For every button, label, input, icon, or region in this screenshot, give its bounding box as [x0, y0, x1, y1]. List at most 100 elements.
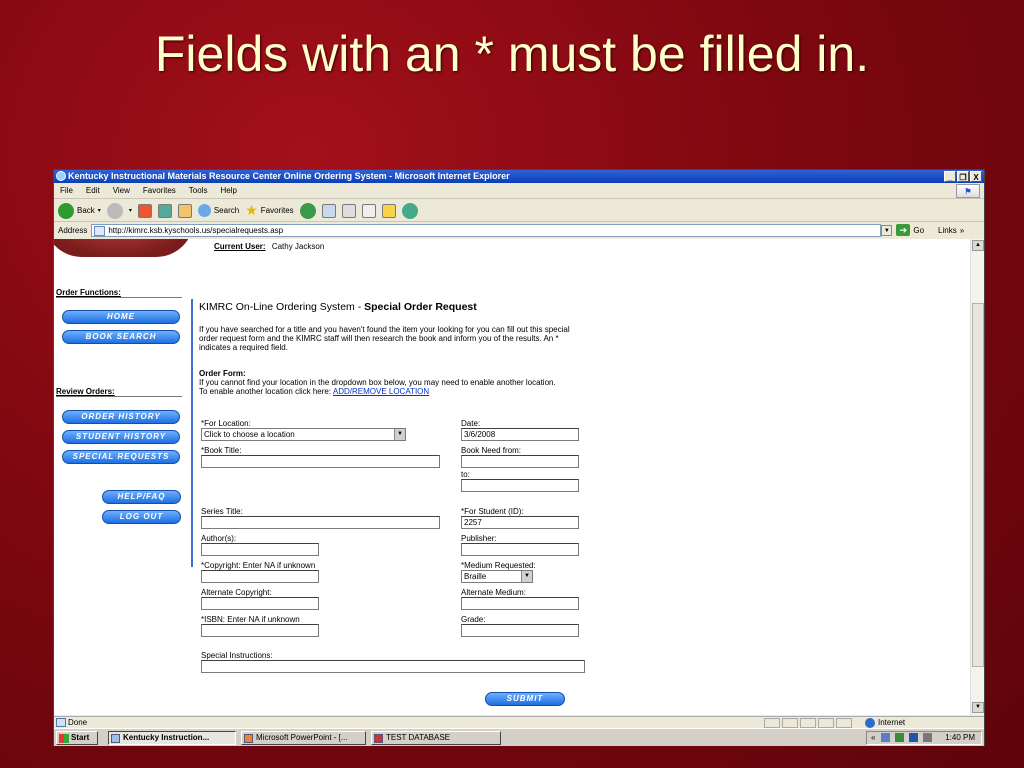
current-user-label: Current User:: [214, 242, 266, 251]
isbn-input[interactable]: [201, 624, 319, 637]
order-form-section: Order Form: If you cannot find your loca…: [199, 369, 579, 396]
history-icon[interactable]: [299, 202, 316, 219]
page-content: Current User: Cathy Jackson Order Functi…: [54, 239, 970, 715]
order-form-text2: To enable another location click here:: [199, 387, 333, 396]
copyright-input[interactable]: [201, 570, 319, 583]
address-dropdown-icon[interactable]: ▼: [881, 224, 893, 236]
order-history-button[interactable]: ORDER HISTORY: [62, 410, 180, 424]
series-title-label: Series Title:: [201, 507, 243, 516]
address-input[interactable]: http://kimrc.ksb.kyschools.us/specialreq…: [91, 223, 882, 237]
status-cell: [800, 718, 816, 728]
home-button[interactable]: HOME: [62, 310, 180, 324]
medium-select-value: Braille: [464, 572, 487, 581]
edit-icon[interactable]: [361, 203, 376, 218]
date-input[interactable]: 3/6/2008: [461, 428, 579, 441]
search-icon: [197, 204, 211, 217]
intro-text: If you have searched for a title and you…: [199, 325, 570, 352]
current-user: Current User: Cathy Jackson: [214, 242, 324, 251]
publisher-input[interactable]: [461, 543, 579, 556]
medium-select[interactable]: Braille ▼: [461, 570, 533, 583]
favorites-button[interactable]: ★ Favorites: [245, 202, 293, 219]
menu-file[interactable]: File: [60, 183, 73, 198]
taskbar-item-powerpoint[interactable]: Microsoft PowerPoint - [...: [241, 731, 366, 745]
menu-favorites[interactable]: Favorites: [143, 183, 176, 198]
zone-label: Internet: [878, 718, 906, 727]
submit-button[interactable]: SUBMIT: [485, 692, 565, 706]
chevron-icon[interactable]: »: [960, 226, 964, 235]
help-faq-button[interactable]: HELP/FAQ: [102, 490, 181, 504]
taskbar-item-ie[interactable]: Kentucky Instruction...: [108, 731, 236, 745]
slide-title: Fields with an * must be filled in.: [154, 26, 870, 82]
forward-button[interactable]: [106, 202, 123, 219]
task-label: TEST DATABASE: [386, 733, 451, 742]
authors-input[interactable]: [201, 543, 319, 556]
menu-tools[interactable]: Tools: [189, 183, 208, 198]
special-instructions-input[interactable]: [201, 660, 585, 673]
location-select-value: Click to choose a location: [204, 430, 295, 439]
refresh-icon[interactable]: [157, 203, 172, 218]
alt-copyright-input[interactable]: [201, 597, 319, 610]
status-text: Done: [68, 718, 88, 727]
scroll-thumb[interactable]: [972, 303, 984, 667]
order-functions-heading: Order Functions:: [56, 288, 121, 297]
series-title-input[interactable]: [201, 516, 440, 529]
links-button[interactable]: Links: [938, 226, 957, 235]
shield-icon[interactable]: [909, 733, 919, 743]
date-label: Date:: [461, 419, 481, 428]
home-icon[interactable]: [177, 203, 192, 218]
print-icon[interactable]: [341, 203, 356, 218]
student-history-button[interactable]: STUDENT HISTORY: [62, 430, 180, 444]
add-remove-location-link[interactable]: ADD/REMOVE LOCATION: [333, 387, 429, 396]
need-to-input[interactable]: [461, 479, 579, 492]
need-from-input[interactable]: [461, 455, 579, 468]
alt-medium-input[interactable]: [461, 597, 579, 610]
close-button[interactable]: X: [970, 171, 982, 182]
window-title: Kentucky Instructional Materials Resourc…: [68, 171, 510, 181]
address-url: http://kimrc.ksb.kyschools.us/specialreq…: [108, 225, 284, 235]
status-bar: Done Internet: [54, 716, 984, 728]
status-cell: [764, 718, 780, 728]
medium-label: *Medium Requested:: [461, 561, 536, 570]
location-select[interactable]: Click to choose a location ▼: [201, 428, 406, 441]
scroll-up-icon[interactable]: ▲: [972, 240, 984, 251]
clock: 1:40 PM: [945, 733, 975, 742]
special-instructions-label: Special Instructions:: [201, 651, 273, 660]
search-button[interactable]: Search: [197, 204, 239, 217]
scroll-down-icon[interactable]: ▼: [972, 702, 984, 713]
taskbar-item-database[interactable]: TEST DATABASE: [371, 731, 501, 745]
log-out-button[interactable]: LOG OUT: [102, 510, 181, 524]
vertical-scrollbar[interactable]: ▲ ▼: [970, 239, 984, 715]
special-requests-button[interactable]: SPECIAL REQUESTS: [62, 450, 180, 464]
mail-icon[interactable]: [321, 203, 336, 218]
restore-button[interactable]: ❐: [957, 171, 969, 182]
back-button[interactable]: Back ▾: [58, 202, 101, 219]
go-button[interactable]: ➔ Go: [896, 224, 924, 236]
messenger-icon[interactable]: [401, 202, 418, 219]
tray-app-icon[interactable]: [894, 733, 904, 743]
for-student-label: *For Student (ID):: [461, 507, 524, 516]
book-title-input[interactable]: [201, 455, 440, 468]
stop-icon[interactable]: [137, 203, 152, 218]
go-arrow-icon: ➔: [896, 224, 911, 236]
windows-logo-icon: ⚑: [956, 184, 980, 198]
menu-edit[interactable]: Edit: [86, 183, 100, 198]
isbn-label: *ISBN: Enter NA if unknown: [201, 615, 300, 624]
book-title-label: *Book Title:: [201, 446, 242, 455]
banner-image: [54, 239, 194, 257]
start-button[interactable]: Start: [56, 731, 98, 745]
grade-input[interactable]: [461, 624, 579, 637]
windows-logo-icon: [59, 734, 69, 743]
book-search-button[interactable]: BOOK SEARCH: [62, 330, 180, 344]
volume-icon[interactable]: [923, 733, 933, 743]
menu-help[interactable]: Help: [220, 183, 236, 198]
tray-chevron-icon[interactable]: «: [871, 733, 875, 742]
student-id-input[interactable]: 2257: [461, 516, 579, 529]
minimize-button[interactable]: _: [944, 171, 956, 182]
go-label: Go: [913, 225, 925, 235]
alt-copyright-label: Alternate Copyright:: [201, 588, 272, 597]
menu-view[interactable]: View: [113, 183, 130, 198]
network-icon[interactable]: [880, 733, 890, 743]
chevron-down-icon: ▼: [521, 571, 532, 582]
chevron-down-icon: ▼: [394, 429, 405, 440]
folder-icon[interactable]: [381, 203, 396, 218]
